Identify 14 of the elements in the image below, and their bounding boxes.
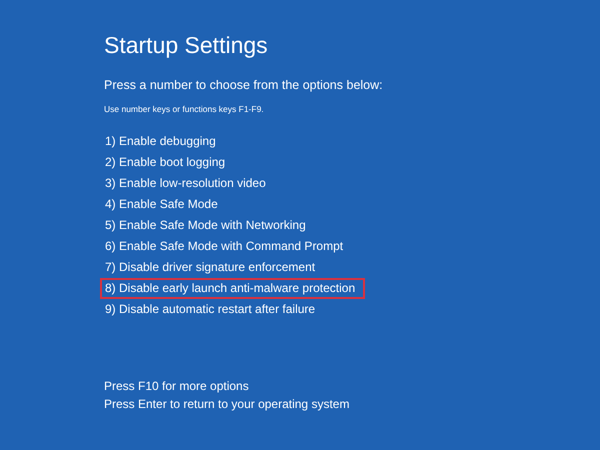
startup-option[interactable]: 5) Enable Safe Mode with Networking [100, 215, 316, 236]
instruction-text: Press a number to choose from the options below: [104, 77, 383, 93]
footer-text: Press Enter to return to your operating system [104, 396, 350, 412]
hint-text: Use number keys or functions keys F1-F9. [104, 103, 264, 115]
footer-text: Press F10 for more options [104, 378, 249, 395]
startup-option[interactable]: 9) Disable automatic restart after failure [100, 299, 326, 320]
startup-option[interactable]: 7) Disable driver signature enforcement [100, 257, 326, 278]
startup-option[interactable]: 8) Disable early launch anti-malware protection [100, 278, 366, 299]
startup-option[interactable]: 6) Enable Safe Mode with Command Prompt [100, 236, 354, 257]
startup-option[interactable]: 4) Enable Safe Mode [100, 194, 228, 215]
startup-option[interactable]: 3) Enable low-resolution video [100, 173, 276, 194]
startup-option[interactable]: 2) Enable boot logging [100, 152, 236, 173]
page-title: Startup Settings [104, 31, 268, 60]
startup-option[interactable]: 1) Enable debugging [100, 131, 226, 152]
